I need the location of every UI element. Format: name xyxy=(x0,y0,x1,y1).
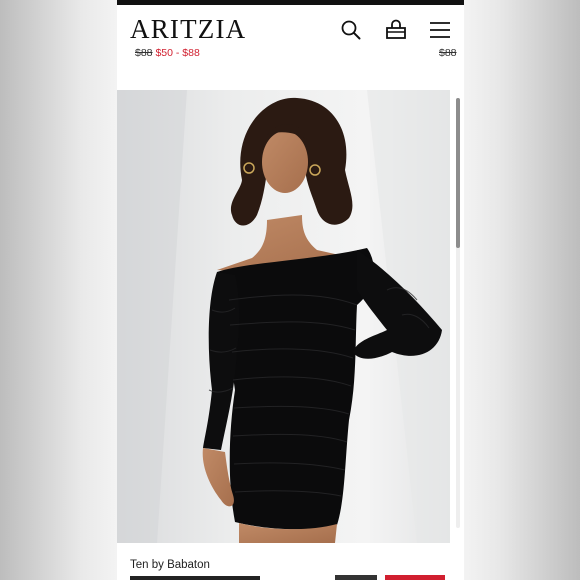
price-peek-left: $88 $50 - $88 xyxy=(135,47,200,59)
product-price-partial xyxy=(335,575,445,580)
menu-icon[interactable] xyxy=(428,18,452,42)
original-price: $88 xyxy=(135,47,153,59)
product-name-partial xyxy=(130,576,260,580)
image-scrollbar[interactable] xyxy=(456,98,460,528)
search-icon[interactable] xyxy=(339,18,363,42)
original-price: $88 xyxy=(439,47,457,59)
product-image[interactable] xyxy=(117,90,450,543)
product-brand[interactable]: Ten by Babaton xyxy=(130,559,210,571)
scrollbar-thumb[interactable] xyxy=(456,98,460,248)
price-peek-right: $88 xyxy=(439,47,457,59)
sale-price: $50 - $88 xyxy=(155,47,200,59)
brand-logo[interactable]: ARITZIA xyxy=(130,14,246,45)
shopping-bag-icon[interactable] xyxy=(384,18,408,42)
app-screen: ARITZIA $88 $50 - $88 $88 Ten by Babaton xyxy=(117,0,464,580)
